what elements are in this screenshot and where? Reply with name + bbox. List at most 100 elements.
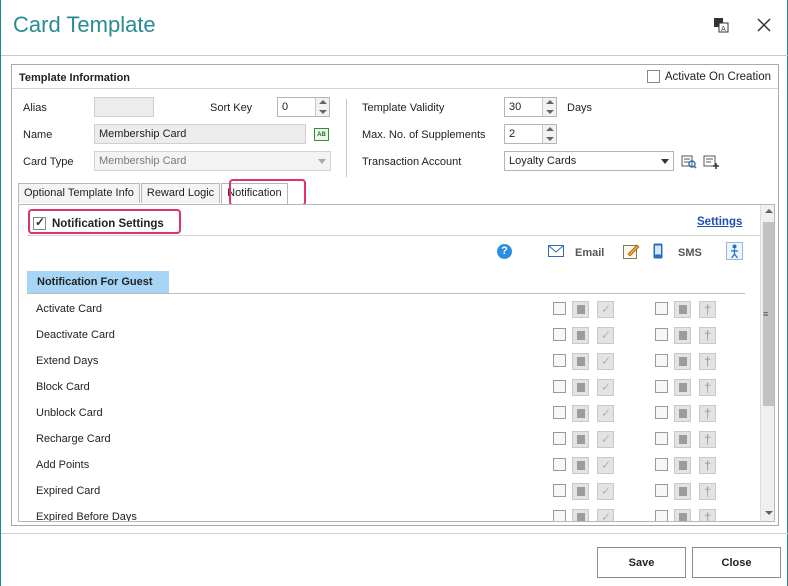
close-icon[interactable] (753, 14, 775, 36)
email-checkbox[interactable] (553, 302, 566, 315)
email-checkbox[interactable] (553, 484, 566, 497)
sms-template-icon[interactable] (674, 405, 691, 422)
sort-key-input[interactable]: 0 (277, 97, 330, 117)
sms-recipient-icon[interactable] (699, 509, 716, 521)
email-template-icon[interactable] (572, 457, 589, 474)
sms-template-icon[interactable] (674, 509, 691, 521)
list-item: Extend Days (36, 352, 736, 372)
notification-row-label: Unblock Card (36, 407, 103, 419)
sms-checkbox[interactable] (655, 354, 668, 367)
notification-settings-highlight (28, 209, 181, 234)
lookup-icon[interactable] (681, 154, 697, 172)
close-button[interactable]: Close (692, 547, 781, 578)
settings-link[interactable]: Settings (697, 216, 742, 228)
alias-input[interactable] (94, 97, 154, 117)
template-validity-value: 30 (509, 101, 522, 113)
email-template-icon[interactable] (572, 509, 589, 521)
list-item: Recharge Card (36, 430, 736, 450)
email-template-icon[interactable] (572, 327, 589, 344)
transaction-account-select[interactable]: Loyalty Cards (504, 151, 674, 171)
email-edit-icon[interactable] (597, 509, 614, 521)
email-template-icon[interactable] (572, 405, 589, 422)
sort-key-label: Sort Key (210, 102, 253, 114)
add-list-icon[interactable] (703, 154, 719, 172)
help-icon[interactable]: ? (497, 244, 512, 259)
activate-on-creation-checkbox[interactable] (646, 70, 660, 83)
sms-recipient-icon[interactable] (699, 431, 716, 448)
notification-row-label: Add Points (36, 459, 90, 471)
notification-row-label: Activate Card (36, 303, 103, 315)
sms-checkbox[interactable] (655, 458, 668, 471)
sort-key-spinner[interactable] (315, 98, 329, 116)
notification-tab-panel: Notification Settings Settings ? Email S… (18, 204, 775, 522)
sms-checkbox[interactable] (655, 432, 668, 445)
sms-template-icon[interactable] (674, 301, 691, 318)
sms-recipient-icon[interactable] (699, 327, 716, 344)
sms-recipient-icon[interactable] (699, 457, 716, 474)
person-icon[interactable] (726, 242, 743, 260)
template-validity-spinner[interactable] (542, 98, 556, 116)
sms-checkbox[interactable] (655, 328, 668, 341)
sms-recipient-icon[interactable] (699, 405, 716, 422)
sms-template-icon[interactable] (674, 353, 691, 370)
email-edit-icon[interactable] (597, 431, 614, 448)
sms-recipient-icon[interactable] (699, 353, 716, 370)
email-edit-icon[interactable] (597, 379, 614, 396)
email-template-icon[interactable] (572, 483, 589, 500)
sms-template-icon[interactable] (674, 379, 691, 396)
sms-checkbox[interactable] (655, 510, 668, 521)
template-validity-input[interactable]: 30 (504, 97, 557, 117)
sms-template-icon[interactable] (674, 457, 691, 474)
sms-checkbox[interactable] (655, 302, 668, 315)
chevron-down-icon (318, 159, 326, 164)
mobile-icon (653, 243, 663, 262)
scroll-down-icon[interactable] (765, 511, 773, 515)
email-edit-icon[interactable] (597, 405, 614, 422)
card-template-dialog: Card Template A Template Information Act… (0, 0, 788, 586)
group-divider (27, 293, 745, 294)
max-supplements-input[interactable]: 2 (504, 124, 557, 144)
sms-recipient-icon[interactable] (699, 301, 716, 318)
sms-checkbox[interactable] (655, 406, 668, 419)
email-checkbox[interactable] (553, 380, 566, 393)
translate-icon[interactable]: A (710, 14, 732, 36)
email-template-icon[interactable] (572, 379, 589, 396)
name-input[interactable]: Membership Card (94, 124, 306, 144)
email-checkbox[interactable] (553, 458, 566, 471)
panel-header: Template Information Activate On Creatio… (12, 65, 778, 89)
tab-reward-logic[interactable]: Reward Logic (140, 183, 221, 203)
sms-checkbox[interactable] (655, 484, 668, 497)
email-edit-icon[interactable] (597, 457, 614, 474)
email-column-header: Email (575, 247, 605, 259)
save-button[interactable]: Save (597, 547, 686, 578)
email-edit-icon[interactable] (597, 301, 614, 318)
sms-template-icon[interactable] (674, 483, 691, 500)
list-item: Block Card (36, 378, 736, 398)
tab-optional-template-info[interactable]: Optional Template Info (18, 183, 140, 203)
calculator-icon[interactable]: AB (314, 128, 329, 141)
alias-label: Alias (23, 102, 47, 114)
email-checkbox[interactable] (553, 406, 566, 419)
vertical-scrollbar[interactable]: ≡ (760, 205, 774, 521)
chevron-down-icon[interactable] (661, 159, 669, 164)
email-template-icon[interactable] (572, 353, 589, 370)
email-template-icon[interactable] (572, 431, 589, 448)
activate-on-creation[interactable]: Activate On Creation (646, 70, 771, 83)
scroll-grip-icon: ≡ (763, 309, 769, 319)
sms-template-icon[interactable] (674, 431, 691, 448)
edit-icon[interactable] (623, 243, 640, 262)
sms-recipient-icon[interactable] (699, 483, 716, 500)
email-checkbox[interactable] (553, 328, 566, 341)
email-edit-icon[interactable] (597, 483, 614, 500)
sms-recipient-icon[interactable] (699, 379, 716, 396)
sms-checkbox[interactable] (655, 380, 668, 393)
email-checkbox[interactable] (553, 510, 566, 521)
email-template-icon[interactable] (572, 301, 589, 318)
email-edit-icon[interactable] (597, 353, 614, 370)
max-supplements-spinner[interactable] (542, 125, 556, 143)
sms-template-icon[interactable] (674, 327, 691, 344)
email-checkbox[interactable] (553, 354, 566, 367)
email-checkbox[interactable] (553, 432, 566, 445)
email-edit-icon[interactable] (597, 327, 614, 344)
scroll-up-icon[interactable] (765, 209, 773, 213)
